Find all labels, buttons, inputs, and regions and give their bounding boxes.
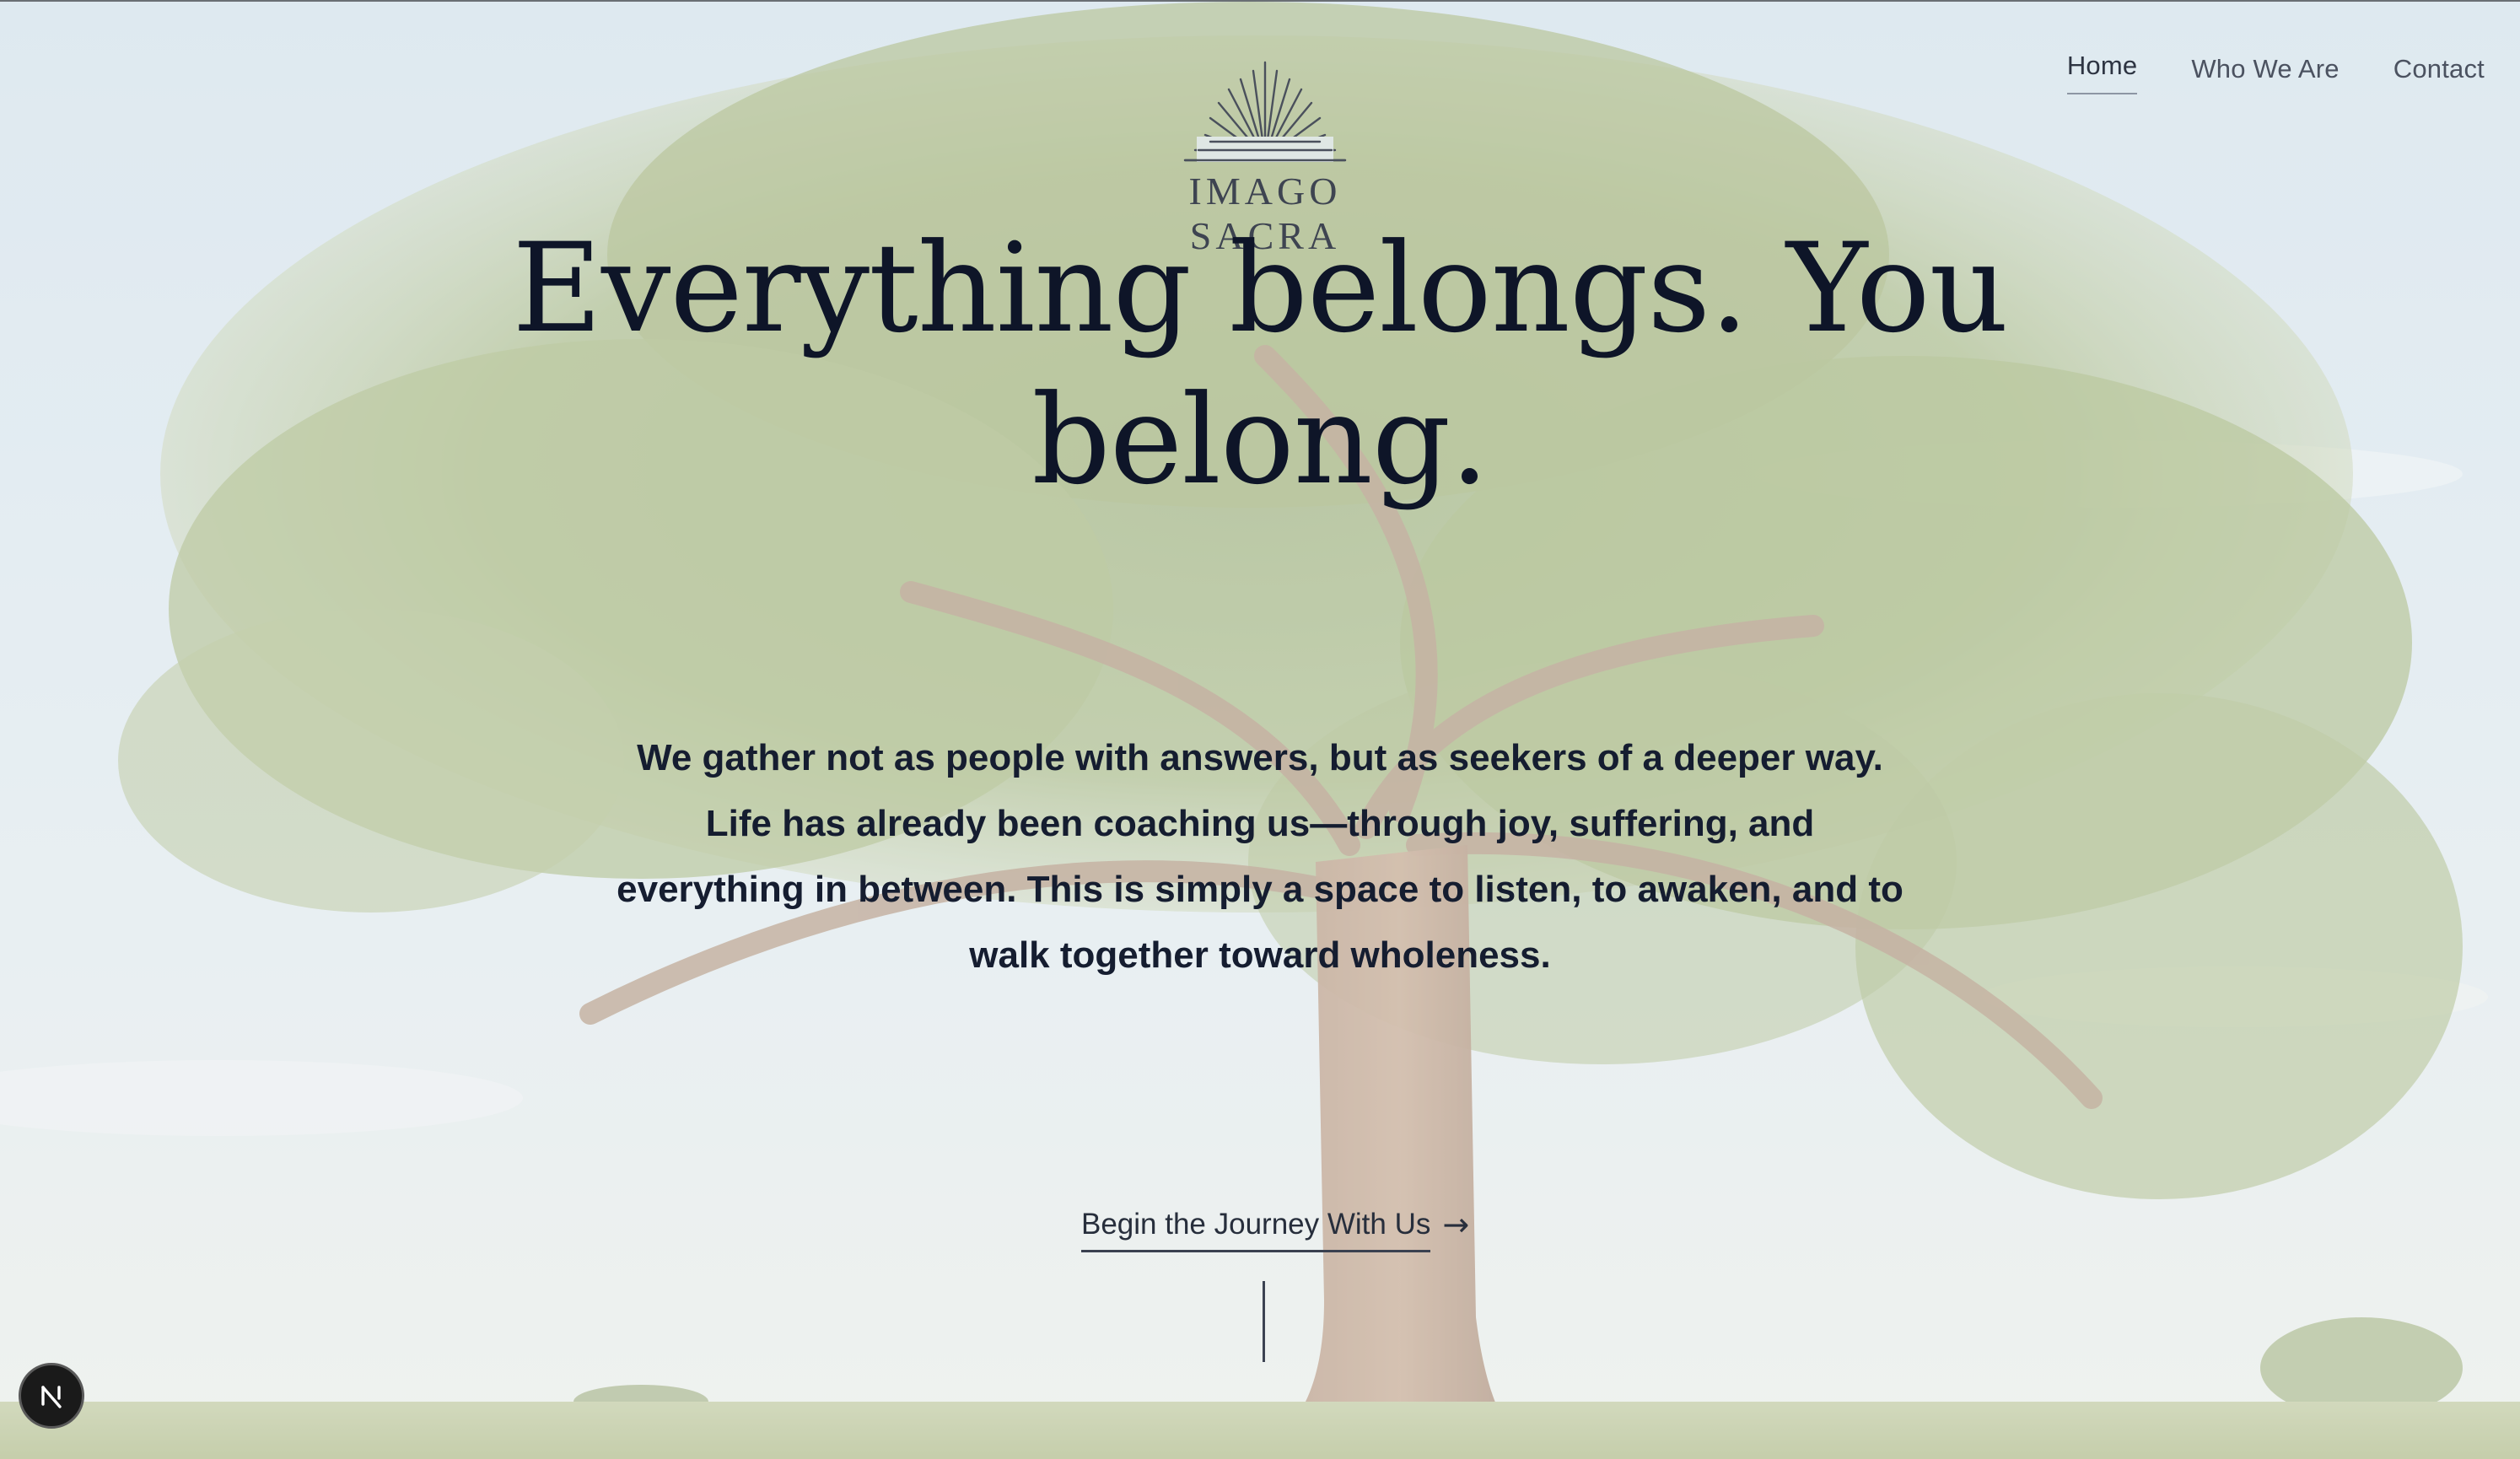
scroll-indicator-line [1263, 1281, 1265, 1362]
cta-label: Begin the Journey With Us [1081, 1208, 1431, 1252]
nextjs-dev-badge[interactable] [19, 1363, 84, 1429]
top-navigation: Home Who We Are Contact [2066, 51, 2485, 96]
nav-contact-link[interactable]: Contact [2393, 54, 2485, 96]
hero-headline: Everything belongs. You belong. [512, 217, 2008, 512]
begin-journey-button[interactable]: Begin the Journey With Us → [1081, 1206, 1469, 1253]
nav-who-we-are-link[interactable]: Who We Are [2191, 54, 2339, 96]
hero-section: Home Who We Are Contact IMAGO SACRA Ever… [0, 0, 2520, 1459]
brand-logo[interactable]: IMAGO SACRA [1117, 59, 1413, 257]
arrow-right-icon: → [1442, 1206, 1470, 1243]
nav-home-link[interactable]: Home [2066, 51, 2138, 94]
hero-intro-text: We gather not as people with answers, bu… [617, 737, 1903, 976]
sunburst-icon [1183, 61, 1347, 162]
nextjs-n-icon [41, 1386, 62, 1408]
